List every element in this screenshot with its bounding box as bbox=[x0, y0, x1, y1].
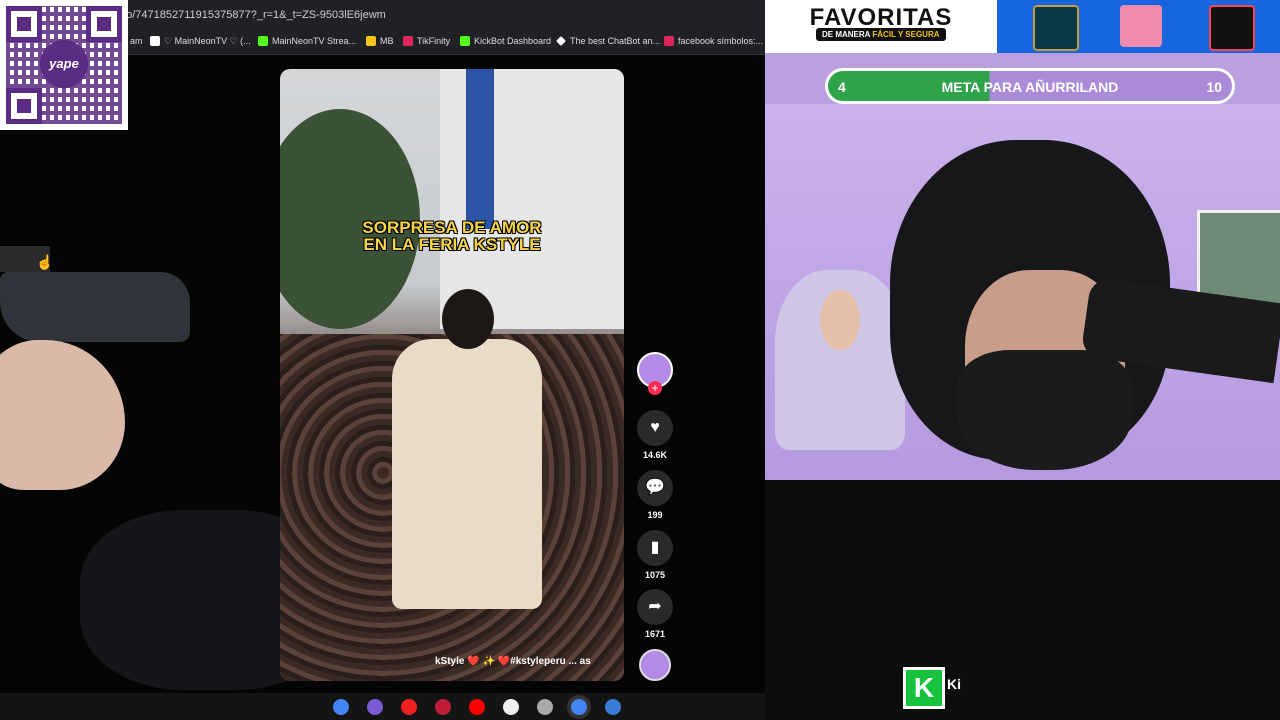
steam-icon[interactable] bbox=[503, 699, 519, 715]
opera-gx-icon[interactable] bbox=[435, 699, 451, 715]
kick-icon bbox=[460, 36, 470, 46]
valorant-poster bbox=[775, 270, 905, 450]
video-hashtags[interactable]: kStyle ❤️ ✨ ❤️#kstyleperu ... as bbox=[435, 656, 591, 667]
taskbar bbox=[0, 693, 765, 720]
video-person-head bbox=[442, 289, 494, 349]
heart-icon[interactable]: ♥ bbox=[637, 410, 673, 446]
mb-icon bbox=[366, 36, 376, 46]
music-disc-icon[interactable] bbox=[639, 649, 671, 681]
app-icon[interactable] bbox=[367, 699, 383, 715]
stream-overlay: FAVORITAS DE MANERA FÁCIL Y SEGURA 4 MET… bbox=[765, 0, 1280, 720]
youtube-icon[interactable] bbox=[469, 699, 485, 715]
caption-line: EN LA FERIA KSTYLE bbox=[363, 235, 541, 254]
save-count: 1075 bbox=[644, 570, 666, 580]
bookmark-item[interactable]: am bbox=[130, 36, 143, 46]
video-caption: SORPRESA DE AMOR EN LA FERIA KSTYLE bbox=[280, 219, 624, 253]
yape-logo: yape bbox=[40, 40, 88, 88]
bookmark-item[interactable]: ♡ MainNeonTV ♡ (... bbox=[150, 36, 251, 47]
qr-finder bbox=[86, 6, 122, 42]
favoritas-subtitle: DE MANERA FÁCIL Y SEGURA bbox=[816, 28, 946, 41]
qr-finder bbox=[6, 6, 42, 42]
tiktok-video[interactable]: SORPRESA DE AMOR EN LA FERIA KSTYLE kSty… bbox=[280, 69, 624, 681]
teamfight-tactics-icon bbox=[1120, 5, 1162, 47]
qr-code: yape bbox=[0, 0, 128, 130]
bookmark-item[interactable]: facebook símbolos:... bbox=[664, 36, 763, 46]
chrome-icon[interactable] bbox=[333, 699, 349, 715]
opera-icon[interactable] bbox=[401, 699, 417, 715]
diamond-icon bbox=[556, 36, 566, 46]
hand-overlay bbox=[0, 340, 125, 490]
facebook-icon bbox=[664, 36, 674, 46]
tikfinity-icon bbox=[403, 36, 413, 46]
follow-plus-icon[interactable]: + bbox=[648, 381, 662, 395]
like-count: 14.6K bbox=[642, 450, 668, 460]
qr-finder bbox=[6, 88, 42, 124]
goal-label: META PARA AÑURRILAND bbox=[941, 79, 1119, 95]
kick-logo-text: Ki bbox=[947, 676, 961, 692]
video-banner bbox=[466, 69, 494, 229]
browser-window: eo/7471852711915375877?_r=1&_t=ZS-9503lE… bbox=[0, 0, 765, 720]
kick-icon bbox=[258, 36, 268, 46]
comment-count: 199 bbox=[647, 510, 663, 520]
games-banner bbox=[997, 0, 1280, 53]
kick-logo-icon: K bbox=[903, 667, 945, 709]
bookmark-item[interactable]: TikFinity bbox=[403, 36, 450, 46]
video-person bbox=[392, 289, 542, 609]
league-of-legends-icon bbox=[1033, 5, 1079, 51]
bookmark-item[interactable]: MainNeonTV Strea... bbox=[258, 36, 356, 46]
follower-goal-bar: 4 META PARA AÑURRILAND 10 bbox=[825, 68, 1235, 104]
like-button[interactable]: ♥ 14.6K bbox=[637, 410, 673, 460]
comment-button[interactable]: 💬 199 bbox=[637, 470, 673, 520]
share-button[interactable]: ➦ 1671 bbox=[637, 589, 673, 639]
favoritas-banner: FAVORITAS DE MANERA FÁCIL Y SEGURA bbox=[765, 0, 997, 53]
app-icon[interactable] bbox=[605, 699, 621, 715]
valorant-icon bbox=[1209, 5, 1255, 51]
face-mask bbox=[957, 350, 1132, 470]
bookmark-item[interactable]: KickBot Dashboard bbox=[460, 36, 551, 46]
goal-target: 10 bbox=[1206, 79, 1222, 95]
comment-icon[interactable]: 💬 bbox=[637, 470, 673, 506]
streamer-hoodie bbox=[765, 480, 1280, 720]
save-button[interactable]: ▮ 1075 bbox=[637, 530, 673, 580]
share-icon[interactable]: ➦ bbox=[637, 589, 673, 625]
caption-line: SORPRESA DE AMOR bbox=[362, 218, 542, 237]
bookmark-icon[interactable]: ▮ bbox=[637, 530, 673, 566]
glitch-artifact bbox=[0, 272, 190, 342]
mouse-cursor-icon: ☝ bbox=[36, 254, 54, 270]
share-count: 1671 bbox=[644, 629, 666, 639]
x-icon bbox=[150, 36, 160, 46]
bookmark-item[interactable]: MB bbox=[366, 36, 394, 46]
poster-face bbox=[820, 290, 860, 350]
obs-icon[interactable] bbox=[537, 699, 553, 715]
url-text[interactable]: eo/7471852711915375877?_r=1&_t=ZS-9503lE… bbox=[120, 9, 386, 21]
chrome-active-icon[interactable] bbox=[571, 699, 587, 715]
bookmark-item[interactable]: The best ChatBot an... bbox=[556, 36, 660, 46]
